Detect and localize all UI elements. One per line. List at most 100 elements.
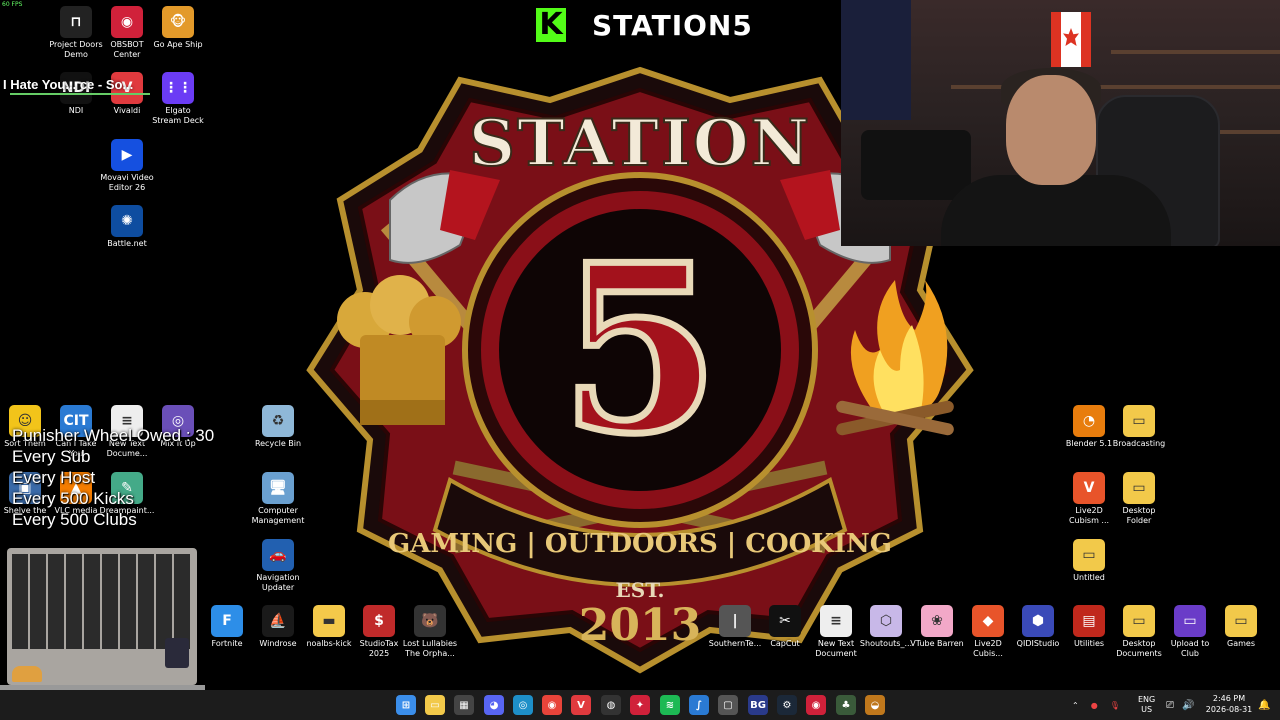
- desktop-icon-label: Upload to Club: [1170, 639, 1210, 658]
- start-icon[interactable]: ⊞: [396, 695, 416, 715]
- desktop-icon[interactable]: ⊓ Project Doors Demo: [48, 6, 104, 60]
- clock-date: 2026-08-31: [1205, 705, 1253, 714]
- desktop-icon-label: Project Doors Demo: [49, 40, 103, 59]
- desktop-icon[interactable]: ◔ Blender 5.1: [1061, 405, 1117, 449]
- kick-brand: K STATION5: [536, 8, 753, 42]
- desktop-icon[interactable]: ▤ Utilities: [1061, 605, 1117, 649]
- volume-icon[interactable]: 🔊: [1182, 700, 1194, 711]
- desktop-icon-label: Blender 5.1: [1065, 439, 1113, 448]
- wheel-line: Every 500 Kicks: [12, 489, 134, 508]
- app-blue-icon[interactable]: ∫: [689, 695, 709, 715]
- tray-app-icon[interactable]: ●: [1091, 701, 1098, 710]
- desktop-icon[interactable]: V Live2D Cubism ...: [1061, 472, 1117, 526]
- bg-icon[interactable]: BG: [748, 695, 768, 715]
- webcam-feed: [841, 0, 1280, 246]
- file-explorer-icon[interactable]: ▭: [425, 695, 445, 715]
- desktop-icon[interactable]: ▭ Desktop Folder: [1111, 472, 1167, 526]
- desktop-icon[interactable]: 🚗 Navigation Updater: [250, 539, 306, 593]
- microphone-icon[interactable]: 🎙: [1110, 701, 1120, 710]
- desktop-icon-glyph-icon: ⊓: [60, 6, 92, 38]
- notification-bell-icon[interactable]: 🔔: [1258, 690, 1270, 720]
- desktop-icon-glyph-icon: F: [211, 605, 243, 637]
- logo-est: EST.: [616, 578, 665, 602]
- desktop-icon[interactable]: 🐵 Go Ape Ship: [150, 6, 206, 50]
- desktop-icon-glyph-icon: ◔: [1073, 405, 1105, 437]
- lang-top: ENG: [1138, 695, 1156, 704]
- store-icon[interactable]: ▦: [454, 695, 474, 715]
- desktop-icon-glyph-icon: ▭: [1123, 472, 1155, 504]
- desktop-icon-glyph-icon: ▭: [1225, 605, 1257, 637]
- now-playing-progress: [10, 93, 150, 95]
- now-playing-title: I Hate You... ce - So...: [3, 77, 134, 92]
- desktop-icon-glyph-icon: V: [1073, 472, 1105, 504]
- desktop-icon[interactable]: ▭ Broadcasting: [1111, 405, 1167, 449]
- desktop-icon[interactable]: $ StudioTax 2025: [351, 605, 407, 659]
- desktop-icon-glyph-icon: |: [719, 605, 751, 637]
- desktop-icon[interactable]: ♻ Recycle Bin: [250, 405, 306, 449]
- spotify-icon[interactable]: ≋: [660, 695, 680, 715]
- tray-chevron-up-icon[interactable]: ⌃: [1072, 701, 1079, 710]
- logo-year: 2013: [579, 600, 701, 651]
- desktop-icon[interactable]: ⬢ QIDIStudio: [1010, 605, 1066, 649]
- wheel-line: Every 500 Clubs: [12, 510, 137, 529]
- desktop-icon-label: StudioTax 2025: [359, 639, 399, 658]
- webcam-banner: [841, 0, 911, 120]
- desktop-icon-glyph-icon: ▬: [313, 605, 345, 637]
- desktop-icon-label: Lost Lullabies The Orpha...: [402, 639, 458, 658]
- desktop-icon[interactable]: ⬡ Shoutouts_...: [858, 605, 914, 649]
- desktop-icon-glyph-icon: ▭: [1123, 605, 1155, 637]
- obsbot-icon[interactable]: ◉: [806, 695, 826, 715]
- network-icon[interactable]: ⎚: [1166, 700, 1174, 711]
- system-tray: ⌃ ● 🎙: [1072, 690, 1120, 720]
- desktop-icon-glyph-icon: ⬡: [870, 605, 902, 637]
- desktop-icon[interactable]: F Fortnite: [199, 605, 255, 649]
- desktop-icon[interactable]: ⋮⋮ Elgato Stream Deck: [150, 72, 206, 126]
- desktop-icon[interactable]: ✂ CapCut: [757, 605, 813, 649]
- clock[interactable]: 2:46 PM 2026-08-31: [1200, 693, 1258, 715]
- vivaldi-icon[interactable]: V: [571, 695, 591, 715]
- edge-icon[interactable]: ◎: [513, 695, 533, 715]
- desktop-icon-glyph-icon: 🐵: [162, 6, 194, 38]
- desktop-icon-label: QIDIStudio: [1016, 639, 1060, 648]
- desktop-icon[interactable]: ❀ VTube Barren: [909, 605, 965, 649]
- logo-top-text: STATION: [469, 106, 811, 181]
- microphone: [861, 130, 971, 200]
- desktop-icon-glyph-icon: 🚗: [262, 539, 294, 571]
- desktop-icon[interactable]: ◆ Live2D Cubis...: [960, 605, 1016, 659]
- desktop-icon[interactable]: | SouthernTe...: [707, 605, 763, 649]
- discord-icon[interactable]: ◕: [484, 695, 504, 715]
- desktop-icon-label: OBSBOT Center: [110, 40, 144, 59]
- app-red-icon[interactable]: ✦: [630, 695, 650, 715]
- steam-icon[interactable]: ⚙: [777, 695, 797, 715]
- desktop-icon[interactable]: ⛵ Windrose: [250, 605, 306, 649]
- obs-icon[interactable]: ◍: [601, 695, 621, 715]
- desktop-icon-glyph-icon: ▭: [1073, 539, 1105, 571]
- desktop-icon[interactable]: 🐻 Lost Lullabies The Orpha...: [402, 605, 458, 659]
- desktop-icon[interactable]: ▭ Games: [1213, 605, 1269, 649]
- window-icon[interactable]: ▢: [718, 695, 738, 715]
- desktop-icon-glyph-icon: 🐻: [414, 605, 446, 637]
- desktop-icon-glyph-icon: ▭: [1174, 605, 1206, 637]
- desktop-icon[interactable]: ▭ Desktop Documents: [1111, 605, 1167, 659]
- desktop-icon-label: Recycle Bin: [254, 439, 302, 448]
- clock-time: 2:46 PM: [1212, 694, 1246, 703]
- desktop-icon[interactable]: ▭ Upload to Club: [1162, 605, 1218, 659]
- desktop-icon[interactable]: ▶ Movavi Video Editor 26: [99, 139, 155, 193]
- desktop-icon[interactable]: ✺ Battle.net: [99, 205, 155, 249]
- burger-icon[interactable]: ◒: [865, 695, 885, 715]
- desktop-icon-label: Vivaldi: [113, 106, 141, 115]
- desktop-icon[interactable]: ◉ OBSBOT Center: [99, 6, 155, 60]
- desktop-icon[interactable]: ≡ New Text Document: [808, 605, 864, 659]
- language-indicator[interactable]: ENG US: [1138, 690, 1155, 720]
- desktop-icon[interactable]: 🖥 Computer Management: [250, 472, 306, 526]
- taskbar: ⊞ ▭ ▦ ◕ ◎ ◉ V ◍ ✦ ≋ ∫ ▢ BG ⚙ ◉ ♣ ◒ ⌃ ● 🎙 ENG US ⎚ 🔊 2:46…: [0, 690, 1280, 720]
- app-green-icon[interactable]: ♣: [836, 695, 856, 715]
- tray-status: ⎚ 🔊: [1166, 690, 1194, 720]
- desktop-icon-label: Broadcasting: [1112, 439, 1166, 448]
- chrome-icon[interactable]: ◉: [542, 695, 562, 715]
- punisher-wheel-overlay: Punisher Wheel Owed : 30 Every Sub Every…: [12, 425, 214, 530]
- desktop-icon-glyph-icon: ✺: [111, 205, 143, 237]
- desktop-icon-label: Games: [1227, 639, 1255, 648]
- desktop-icon[interactable]: ▭ Untitled: [1061, 539, 1117, 583]
- desktop-icon[interactable]: ▬ noalbs-kick: [301, 605, 357, 649]
